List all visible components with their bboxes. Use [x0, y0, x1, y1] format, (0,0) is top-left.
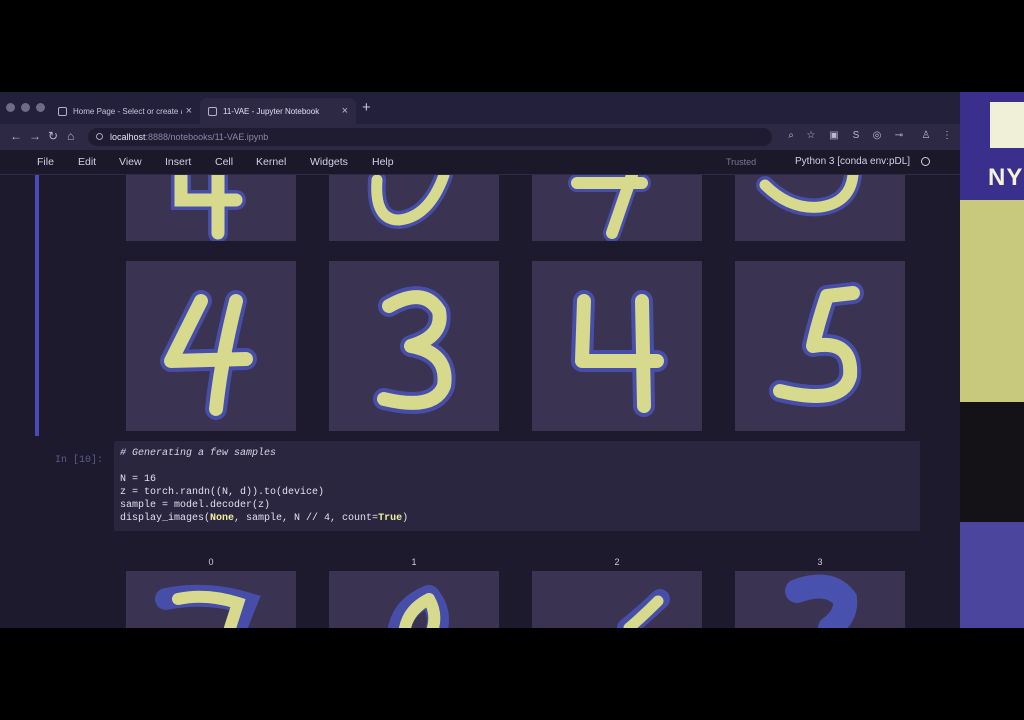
menu-insert[interactable]: Insert [165, 150, 191, 174]
search-icon[interactable]: ⌕ [784, 129, 798, 143]
torch-logo-icon [990, 102, 1024, 148]
kernel-name[interactable]: Python 3 [conda env:pDL] [795, 150, 910, 174]
url-path: :8888/notebooks/11-VAE.ipynb [145, 132, 269, 142]
new-tab-button[interactable]: + [362, 99, 371, 116]
column-number: 0 [208, 557, 214, 567]
digit-image [735, 571, 905, 628]
close-tab-icon[interactable]: × [186, 105, 192, 117]
digit-image [532, 571, 702, 628]
code-cell-input[interactable]: # Generating a few samples N = 16 z = to… [114, 441, 920, 531]
notebook-area[interactable]: In [10]: # Generating a few samples N = … [0, 175, 960, 628]
reload-icon[interactable]: ↻ [48, 129, 58, 143]
url-host: localhost [110, 132, 146, 142]
code-line: N = 16 [120, 474, 157, 485]
lock-icon [96, 133, 103, 140]
kernel-status-icon [921, 157, 930, 166]
page-icon [208, 106, 217, 116]
cell-prompt: In [10]: [55, 455, 104, 466]
nyu-logo-text: NY [988, 164, 1024, 191]
jupyter-menubar: File Edit View Insert Cell Kernel Widget… [0, 150, 960, 175]
digit-image [532, 175, 702, 241]
tab-label: Home Page - Select or create a [73, 106, 182, 116]
menu-widgets[interactable]: Widgets [310, 150, 348, 174]
digit-image [126, 261, 296, 431]
back-icon[interactable]: ← [10, 129, 22, 143]
star-icon[interactable]: ☆ [804, 129, 818, 143]
column-number: 1 [411, 557, 417, 567]
digit-image [735, 261, 905, 431]
presenter-shirt [960, 522, 1024, 628]
menu-edit[interactable]: Edit [78, 150, 96, 174]
column-number: 2 [614, 557, 620, 567]
digit-image [329, 175, 499, 241]
toggle-icon[interactable]: ⊸ [892, 129, 906, 143]
digit-image [532, 261, 702, 431]
menu-cell[interactable]: Cell [215, 150, 233, 174]
menu-file[interactable]: File [37, 150, 54, 174]
browser-window: Home Page - Select or create a × 11-VAE … [0, 92, 960, 628]
menu-kernel[interactable]: Kernel [256, 150, 286, 174]
digit-image [329, 571, 499, 628]
close-tab-icon[interactable]: × [342, 105, 348, 117]
trusted-indicator[interactable]: Trusted [726, 150, 756, 174]
tab-strip: Home Page - Select or create a × 11-VAE … [0, 92, 960, 124]
more-icon[interactable]: ⋮ [940, 129, 954, 143]
code-line: display_images(None, sample, N // 4, cou… [120, 513, 409, 524]
code-line: z = torch.randn((N, d)).to(device) [120, 487, 325, 498]
grammar-icon[interactable]: S [849, 129, 863, 143]
tab-jupyter-notebook[interactable]: 11-VAE - Jupyter Notebook × [200, 98, 356, 124]
close-window-icon[interactable] [6, 103, 15, 112]
column-number: 3 [817, 557, 823, 567]
digit-image [735, 175, 905, 241]
code-line: # Generating a few samples [120, 448, 277, 459]
minimize-window-icon[interactable] [21, 103, 30, 112]
tab-label: 11-VAE - Jupyter Notebook [223, 106, 320, 116]
presenter-video: NY [960, 92, 1024, 628]
menu-view[interactable]: View [119, 150, 142, 174]
digit-image [126, 571, 296, 628]
menu-help[interactable]: Help [372, 150, 394, 174]
extension-icon[interactable]: ◎ [870, 129, 884, 143]
puzzle-icon[interactable]: ▣ [827, 129, 841, 143]
code-line: sample = model.decoder(z) [120, 500, 271, 511]
presenter-silhouette [960, 402, 1024, 522]
digit-image [329, 261, 499, 431]
page-icon [58, 106, 67, 116]
forward-icon[interactable]: → [29, 129, 41, 143]
maximize-window-icon[interactable] [36, 103, 45, 112]
profile-icon[interactable]: ♙ [919, 129, 933, 143]
digit-image [126, 175, 296, 241]
address-bar: ← → ↻ ⌂ localhost:8888/notebooks/11-VAE.… [0, 124, 960, 150]
tab-home-page[interactable]: Home Page - Select or create a × [50, 98, 200, 124]
selected-cell-indicator [35, 175, 39, 436]
url-input[interactable]: localhost:8888/notebooks/11-VAE.ipynb [88, 128, 772, 146]
window-controls [6, 103, 45, 112]
home-icon[interactable]: ⌂ [67, 129, 74, 143]
